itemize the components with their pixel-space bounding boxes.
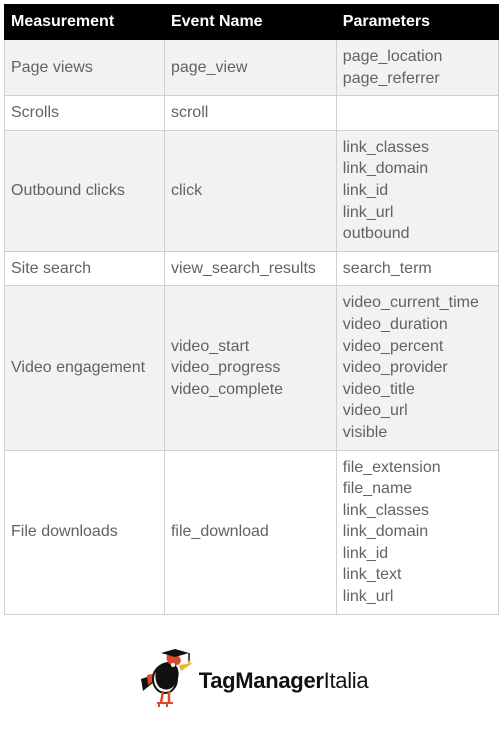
events-table: Measurement Event Name Parameters Page v… <box>4 4 499 615</box>
cell-parameters: search_term <box>336 251 498 286</box>
cell-parameters: link_classes link_domain link_id link_ur… <box>336 130 498 251</box>
cell-measurement: Video engagement <box>5 286 165 450</box>
cell-event-name: scroll <box>164 96 336 131</box>
cell-parameters: page_location page_referrer <box>336 40 498 96</box>
header-parameters: Parameters <box>336 5 498 40</box>
brand-logo: TagManagerItalia <box>4 645 499 717</box>
table-row: Scrolls scroll <box>5 96 499 131</box>
table-row: Page views page_view page_location page_… <box>5 40 499 96</box>
table-row: File downloads file_download file_extens… <box>5 450 499 614</box>
cell-event-name: page_view <box>164 40 336 96</box>
table-row: Outbound clicks click link_classes link_… <box>5 130 499 251</box>
cell-measurement: Page views <box>5 40 165 96</box>
table-row: Video engagement video_start video_progr… <box>5 286 499 450</box>
woodpecker-icon <box>135 645 193 717</box>
table-header-row: Measurement Event Name Parameters <box>5 5 499 40</box>
cell-parameters: video_current_time video_duration video_… <box>336 286 498 450</box>
brand-text: TagManagerItalia <box>199 668 369 694</box>
cell-event-name: view_search_results <box>164 251 336 286</box>
cell-measurement: Site search <box>5 251 165 286</box>
cell-parameters <box>336 96 498 131</box>
brand-text-light: Italia <box>324 668 369 693</box>
header-measurement: Measurement <box>5 5 165 40</box>
cell-measurement: Scrolls <box>5 96 165 131</box>
cell-measurement: Outbound clicks <box>5 130 165 251</box>
header-event-name: Event Name <box>164 5 336 40</box>
cell-event-name: click <box>164 130 336 251</box>
cell-parameters: file_extension file_name link_classes li… <box>336 450 498 614</box>
brand-text-bold: TagManager <box>199 668 324 693</box>
cell-measurement: File downloads <box>5 450 165 614</box>
cell-event-name: video_start video_progress video_complet… <box>164 286 336 450</box>
cell-event-name: file_download <box>164 450 336 614</box>
table-row: Site search view_search_results search_t… <box>5 251 499 286</box>
